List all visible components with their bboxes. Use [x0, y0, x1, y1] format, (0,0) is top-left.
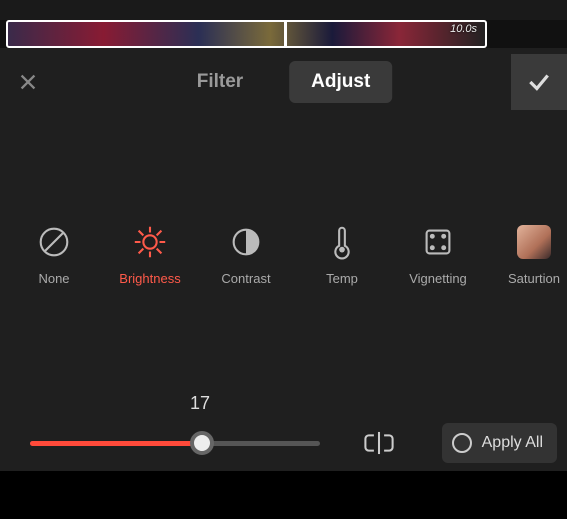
apply-all-label: Apply All	[482, 434, 543, 452]
adjust-item-contrast[interactable]: Contrast	[214, 223, 278, 303]
none-icon	[35, 223, 73, 261]
adjust-item-temp[interactable]: Temp	[310, 223, 374, 303]
contrast-icon	[227, 223, 265, 261]
adjust-item-saturation[interactable]: Saturtion	[502, 223, 566, 303]
compare-button[interactable]	[359, 425, 399, 461]
adjust-item-none[interactable]: None	[22, 223, 86, 303]
adjust-item-label: Contrast	[221, 271, 270, 286]
adjust-item-label: Brightness	[119, 271, 180, 286]
adjust-item-label: Saturtion	[508, 271, 560, 286]
value-slider[interactable]	[30, 433, 320, 453]
circle-icon	[452, 433, 472, 453]
confirm-button[interactable]	[511, 54, 567, 110]
panel-header: Filter Adjust	[0, 54, 567, 110]
brightness-icon	[131, 223, 169, 261]
adjust-item-brightness[interactable]: Brightness	[118, 223, 182, 303]
vignette-icon	[419, 223, 457, 261]
slider-thumb[interactable]	[190, 431, 214, 455]
tab-bar: Filter Adjust	[175, 61, 393, 103]
timeline[interactable]: 10.0s	[0, 20, 567, 48]
saturation-icon	[517, 225, 551, 259]
adjust-item-label: Vignetting	[409, 271, 467, 286]
tab-filter[interactable]: Filter	[175, 61, 265, 103]
adjust-item-vignetting[interactable]: Vignetting	[406, 223, 470, 303]
bottom-nav	[0, 471, 567, 519]
compare-icon	[362, 428, 396, 458]
slider-value: 17	[190, 393, 210, 414]
editor-root: 10.0s Filter Adjust None Brightness	[0, 0, 567, 519]
slider-track-fill	[30, 441, 200, 446]
close-icon	[17, 71, 39, 93]
clip-thumbnail[interactable]	[6, 20, 487, 48]
thermometer-icon	[323, 223, 361, 261]
adjust-item-label: None	[38, 271, 69, 286]
clip-duration: 10.0s	[450, 23, 477, 35]
adjust-options: None Brightness Contrast Temp Vignetting	[0, 223, 567, 303]
close-button[interactable]	[0, 54, 56, 110]
adjust-panel: Filter Adjust None Brightness Contrast	[0, 48, 567, 519]
adjust-item-label: Temp	[326, 271, 358, 286]
apply-all-button[interactable]: Apply All	[442, 423, 557, 463]
tab-adjust[interactable]: Adjust	[289, 61, 392, 103]
slider-area: 17 Apply All	[0, 393, 567, 473]
check-icon	[526, 69, 552, 95]
